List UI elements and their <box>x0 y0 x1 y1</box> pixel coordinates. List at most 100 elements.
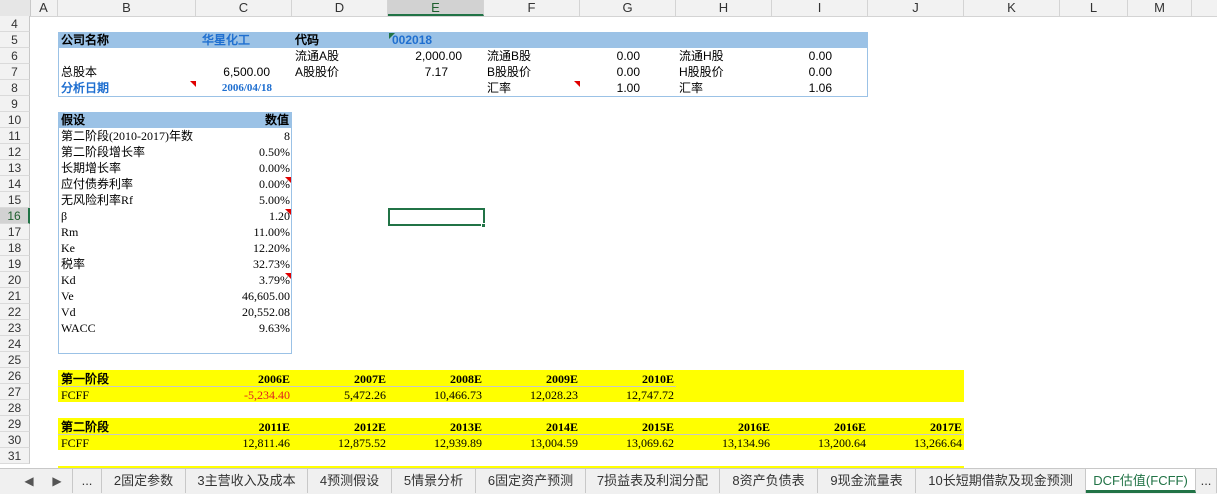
column-header-d[interactable]: D <box>292 0 388 16</box>
company-name-value[interactable]: 华星化工 <box>196 32 256 48</box>
column-header-l[interactable]: L <box>1060 0 1128 16</box>
tab-overflow-left[interactable]: ... <box>72 469 102 493</box>
code-value[interactable]: 002018 <box>392 32 432 48</box>
row-header[interactable]: 23 <box>0 320 30 336</box>
assumption-value[interactable]: 9.63% <box>196 320 290 336</box>
column-header-k[interactable]: K <box>964 0 1060 16</box>
sheet-tab-active[interactable]: DCF估值(FCFF) <box>1086 469 1196 493</box>
sheet-tab[interactable]: 2固定参数 <box>102 469 186 493</box>
sheet-tab[interactable]: 8资产负债表 <box>720 469 818 493</box>
stage2-fcff-value[interactable]: 12,875.52 <box>292 435 386 451</box>
row-header[interactable]: 28 <box>0 400 30 416</box>
assumption-value[interactable]: 3.79% <box>196 272 290 288</box>
b-price-label: B股股价 <box>487 65 532 79</box>
assumption-value[interactable]: 0.00% <box>196 176 290 192</box>
row-header-selected[interactable]: 16 <box>0 208 30 224</box>
row-header[interactable]: 9 <box>0 96 30 112</box>
total-shares-value[interactable]: 6,500.00 <box>196 64 270 80</box>
row-header[interactable]: 21 <box>0 288 30 304</box>
row-header[interactable]: 20 <box>0 272 30 288</box>
column-header-h[interactable]: H <box>676 0 772 16</box>
tab-scroll-prev-icon[interactable]: ◀ <box>20 469 38 493</box>
stage2-fcff-value[interactable]: 12,811.46 <box>196 435 290 451</box>
tab-scroll-next-icon[interactable]: ▶ <box>48 469 66 493</box>
row-header[interactable]: 29 <box>0 416 30 432</box>
assumption-value[interactable]: 20,552.08 <box>196 304 290 320</box>
row-header[interactable]: 25 <box>0 352 30 368</box>
row-header[interactable]: 30 <box>0 432 30 448</box>
row-header[interactable]: 4 <box>0 16 30 32</box>
sheet-tab[interactable]: 10长短期借款及现金预测 <box>916 469 1086 493</box>
row-header[interactable]: 13 <box>0 160 30 176</box>
sheet-tab[interactable]: 6固定资产预测 <box>476 469 586 493</box>
stage1-fcff-value[interactable]: 5,472.26 <box>292 387 386 403</box>
stage2-year: 2012E <box>353 420 386 434</box>
fx-h-value[interactable]: 1.06 <box>772 80 832 96</box>
assumption-value[interactable]: 0.00% <box>196 160 290 176</box>
assumption-label: 第二阶段增长率 <box>61 145 146 159</box>
h-float-value[interactable]: 0.00 <box>772 48 832 64</box>
sheet-tab[interactable]: 3主营收入及成本 <box>186 469 308 493</box>
sheet-tab[interactable]: 4预测假设 <box>308 469 392 493</box>
tab-overflow-right[interactable]: ... <box>1196 469 1217 493</box>
assumption-value[interactable]: 8 <box>196 128 290 144</box>
row-header[interactable]: 5 <box>0 32 30 48</box>
stage1-fcff-value[interactable]: -5,234.40 <box>196 387 290 403</box>
row-header[interactable]: 24 <box>0 336 30 352</box>
stage1-fcff-value[interactable]: 10,466.73 <box>388 387 482 403</box>
assumption-value[interactable]: 5.00% <box>196 192 290 208</box>
column-header-j[interactable]: J <box>868 0 964 16</box>
column-header-c[interactable]: C <box>196 0 292 16</box>
analysis-date-value[interactable]: 2006/04/18 <box>196 80 272 96</box>
assumption-value[interactable]: 32.73% <box>196 256 290 272</box>
row-header[interactable]: 19 <box>0 256 30 272</box>
stage2-fcff-value[interactable]: 12,939.89 <box>388 435 482 451</box>
row-header[interactable]: 12 <box>0 144 30 160</box>
column-header-f[interactable]: F <box>484 0 580 16</box>
assumption-value[interactable]: 0.50% <box>196 144 290 160</box>
row-header[interactable]: 22 <box>0 304 30 320</box>
assumption-value[interactable]: 1.20 <box>196 208 290 224</box>
assumption-value[interactable]: 12.20% <box>196 240 290 256</box>
row-header[interactable]: 7 <box>0 64 30 80</box>
row-header[interactable]: 18 <box>0 240 30 256</box>
sheet-tab[interactable]: 7损益表及利润分配 <box>586 469 720 493</box>
a-float-value[interactable]: 2,000.00 <box>388 48 462 64</box>
row-header[interactable]: 8 <box>0 80 30 96</box>
row-header[interactable]: 11 <box>0 128 30 144</box>
row-header[interactable]: 10 <box>0 112 30 128</box>
select-all-corner[interactable] <box>0 0 31 16</box>
row-header[interactable]: 17 <box>0 224 30 240</box>
row-header[interactable]: 26 <box>0 368 30 384</box>
column-header-e[interactable]: E <box>388 0 484 16</box>
assumption-value[interactable]: 11.00% <box>196 224 290 240</box>
row-header[interactable]: 27 <box>0 384 30 400</box>
column-header-m[interactable]: M <box>1128 0 1192 16</box>
stage2-fcff-value[interactable]: 13,134.96 <box>676 435 770 451</box>
row-header[interactable]: 6 <box>0 48 30 64</box>
sheet-tab[interactable]: 5情景分析 <box>392 469 476 493</box>
row-header[interactable]: 15 <box>0 192 30 208</box>
stage2-fcff-value[interactable]: 13,200.64 <box>772 435 866 451</box>
a-price-value[interactable]: 7.17 <box>388 64 448 80</box>
stage2-fcff-value[interactable]: 13,069.62 <box>580 435 674 451</box>
stage1-fcff-value[interactable]: 12,028.23 <box>484 387 578 403</box>
column-header-a[interactable]: A <box>30 0 58 16</box>
stage1-fcff-value[interactable]: 12,747.72 <box>580 387 674 403</box>
fill-handle[interactable] <box>481 223 486 228</box>
row-header[interactable]: 31 <box>0 448 30 464</box>
active-cell-e16[interactable] <box>388 208 485 226</box>
column-header-g[interactable]: G <box>580 0 676 16</box>
sheet-tab[interactable]: 9现金流量表 <box>818 469 916 493</box>
b-float-value[interactable]: 0.00 <box>580 48 640 64</box>
stage1-year: 2009E <box>545 372 578 386</box>
column-header-b[interactable]: B <box>58 0 196 16</box>
fx-b-value[interactable]: 1.00 <box>580 80 640 96</box>
stage2-fcff-value[interactable]: 13,266.64 <box>868 435 962 451</box>
h-price-value[interactable]: 0.00 <box>772 64 832 80</box>
b-price-value[interactable]: 0.00 <box>580 64 640 80</box>
row-header[interactable]: 14 <box>0 176 30 192</box>
stage2-fcff-value[interactable]: 13,004.59 <box>484 435 578 451</box>
assumption-value[interactable]: 46,605.00 <box>196 288 290 304</box>
column-header-i[interactable]: I <box>772 0 868 16</box>
